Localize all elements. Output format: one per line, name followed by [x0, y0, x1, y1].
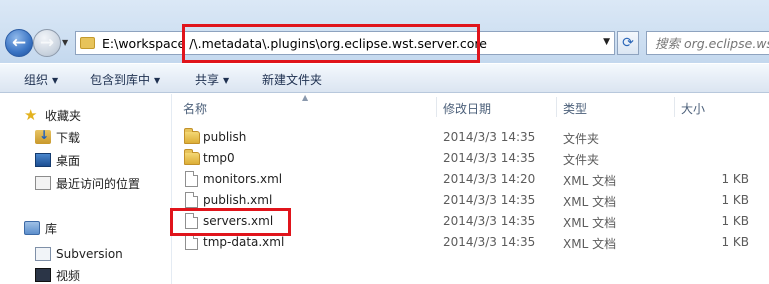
include-in-library-label: 包含到库中: [90, 73, 151, 87]
column-divider[interactable]: [674, 97, 675, 117]
organize-label: 组织: [24, 73, 49, 87]
address-highlight-box: [182, 24, 480, 63]
chevron-down-icon: ▼: [52, 76, 59, 85]
forward-button[interactable]: →: [33, 29, 61, 57]
svn-library-icon: [35, 247, 51, 261]
xml-file-icon: [185, 192, 198, 208]
search-input[interactable]: [655, 36, 769, 51]
column-header-date[interactable]: 修改日期: [443, 100, 491, 117]
recent-pages-dropdown-icon[interactable]: ▼: [62, 38, 68, 47]
file-name: publish: [203, 130, 247, 144]
file-type: 文件夹: [563, 153, 600, 167]
organize-button[interactable]: 组织 ▼: [24, 71, 58, 88]
nav-item-label: Subversion: [56, 247, 123, 261]
column-header-size[interactable]: 大小: [681, 100, 705, 117]
file-type: XML 文档: [563, 237, 617, 251]
file-date: 2014/3/3 14:35: [443, 235, 536, 249]
search-box[interactable]: [646, 31, 769, 55]
desktop-icon: [35, 153, 51, 167]
download-folder-icon: [35, 128, 51, 144]
explorer-window: ← → ▼ E:\workspace /\.metadata\.plugins\…: [0, 0, 769, 284]
share-button[interactable]: 共享 ▼: [195, 71, 229, 88]
command-toolbar: 组织 ▼ 包含到库中 ▼ 共享 ▼ 新建文件夹: [0, 63, 769, 93]
library-icon: [24, 221, 40, 235]
chevron-down-icon: ▼: [223, 76, 230, 85]
column-divider[interactable]: [436, 97, 437, 117]
nav-item-recent-places[interactable]: 最近访问的位置: [35, 173, 140, 193]
back-arrow-icon: ←: [11, 33, 27, 53]
file-row-tmp0[interactable]: tmp0 2014/3/3 14:35 文件夹: [173, 148, 769, 169]
column-divider[interactable]: [556, 97, 557, 117]
file-size: 1 KB: [721, 193, 749, 207]
favorites-label: 收藏夹: [45, 108, 82, 123]
file-name: tmp0: [203, 151, 235, 165]
folder-icon: [184, 149, 200, 165]
file-date: 2014/3/3 14:35: [443, 151, 536, 165]
new-folder-button[interactable]: 新建文件夹: [262, 71, 322, 88]
file-name: monitors.xml: [203, 172, 283, 186]
file-name: tmp-data.xml: [203, 235, 285, 249]
refresh-button[interactable]: ⟳: [617, 31, 639, 55]
share-label: 共享: [195, 73, 220, 87]
file-row-publish[interactable]: publish 2014/3/3 14:35 文件夹: [173, 127, 769, 148]
libraries-label: 库: [45, 221, 58, 236]
file-type: 文件夹: [563, 132, 600, 146]
file-type: XML 文档: [563, 174, 617, 188]
back-button[interactable]: ←: [5, 29, 33, 57]
folder-icon: [184, 128, 200, 144]
xml-file-icon: [185, 234, 198, 250]
forward-arrow-icon: →: [39, 33, 55, 53]
file-row-monitors-xml[interactable]: monitors.xml 2014/3/3 14:20 XML 文档 1 KB: [173, 169, 769, 190]
star-icon: ★: [24, 106, 38, 124]
file-list: ▲ 名称 修改日期 类型 大小 publish 2014/3/3 14:35 文…: [173, 93, 769, 284]
refresh-icon: ⟳: [622, 35, 634, 51]
favorites-group[interactable]: ★ 收藏夹: [24, 105, 81, 125]
nav-item-desktop[interactable]: 桌面: [35, 150, 80, 170]
address-history-dropdown-icon[interactable]: ▼: [603, 37, 610, 47]
file-size: 1 KB: [721, 214, 749, 228]
servers-xml-highlight-box: [170, 208, 291, 236]
folder-icon: [80, 37, 95, 49]
nav-item-videos[interactable]: 视频: [35, 265, 80, 284]
file-name: publish.xml: [203, 193, 273, 207]
file-date: 2014/3/3 14:35: [443, 130, 536, 144]
nav-item-label: 桌面: [56, 153, 81, 168]
file-type: XML 文档: [563, 216, 617, 230]
recent-places-icon: [35, 176, 51, 190]
nav-item-label: 下载: [56, 130, 81, 145]
nav-item-subversion[interactable]: Subversion: [35, 244, 123, 264]
navigation-pane: ★ 收藏夹 下载 桌面 最近访问的位置 库 Subversion 视频: [0, 94, 172, 284]
nav-item-downloads[interactable]: 下载: [35, 127, 80, 147]
column-header-type[interactable]: 类型: [563, 100, 587, 117]
nav-item-label: 视频: [56, 268, 81, 283]
file-size: 1 KB: [721, 235, 749, 249]
file-type: XML 文档: [563, 195, 617, 209]
file-date: 2014/3/3 14:35: [443, 214, 536, 228]
file-date: 2014/3/3 14:35: [443, 193, 536, 207]
video-library-icon: [35, 268, 51, 282]
xml-file-icon: [185, 171, 198, 187]
sort-ascending-icon: ▲: [302, 93, 309, 102]
nav-item-label: 最近访问的位置: [56, 176, 141, 191]
libraries-group[interactable]: 库: [24, 218, 57, 238]
file-size: 1 KB: [721, 172, 749, 186]
column-header-name[interactable]: 名称: [183, 100, 207, 117]
include-in-library-button[interactable]: 包含到库中 ▼: [90, 71, 160, 88]
chevron-down-icon: ▼: [154, 76, 161, 85]
file-date: 2014/3/3 14:20: [443, 172, 536, 186]
new-folder-label: 新建文件夹: [262, 73, 323, 87]
